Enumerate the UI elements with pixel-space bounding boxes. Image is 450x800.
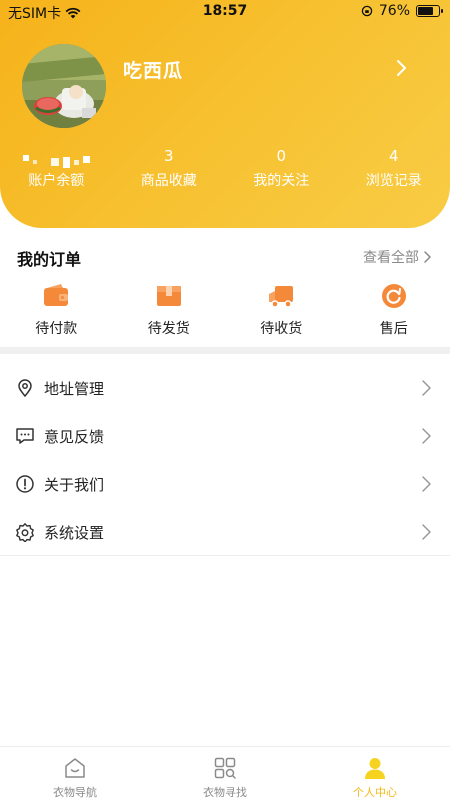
person-icon [365,758,385,779]
chat-feedback-icon [16,428,34,444]
menu-item-address[interactable]: 地址管理 [0,364,450,412]
truck-icon [269,286,294,308]
chevron-right-icon [422,476,431,492]
gear-icon [16,523,34,542]
menu-item-settings-label: 系统设置 [44,523,105,542]
home-icon [65,758,85,778]
stat-history-value: 4 [388,147,399,165]
chevron-right-icon [422,524,431,540]
status-right: 76% [361,3,443,19]
stats-row: 账户余额 3 商品收藏 0 我的关注 4 浏览记录 [0,146,450,196]
settings-menu: 地址管理 意见反馈 关于我们 系统设置 [0,364,450,556]
stat-favorites-value: 3 [163,147,174,165]
grid-search-icon [214,757,236,779]
tab-personal-center-label: 个人中心 [353,786,397,799]
tab-personal-center[interactable]: 个人中心 [300,747,450,800]
stat-favorites[interactable]: 3 商品收藏 [113,146,226,196]
menu-item-feedback[interactable]: 意见反馈 [0,412,450,460]
order-status-row: 待付款 待发货 待收货 售后 [0,282,450,342]
status-bar: 无SIM卡 18:57 76% [0,0,450,24]
username[interactable]: 吃西瓜 [123,56,183,83]
tab-clothing-search[interactable]: 衣物寻找 [150,747,300,800]
package-icon [156,286,181,306]
section-divider [0,347,450,354]
tab-clothing-search-label: 衣物寻找 [203,786,247,799]
view-all-label: 查看全部 [363,250,419,266]
chevron-right-icon [422,428,431,444]
menu-item-about-label: 关于我们 [44,475,105,494]
stat-balance-label: 账户余额 [28,173,85,189]
chevron-right-icon [422,380,431,396]
order-pending-payment-label: 待付款 [35,321,78,337]
order-pending-payment[interactable]: 待付款 [0,282,113,342]
view-all-orders-link[interactable]: 查看全部 [363,247,432,267]
stat-following-label: 我的关注 [253,173,310,189]
profile-header: 无SIM卡 18:57 76% 吃西瓜 账户余额 3 商品收藏 0 我的关注 4… [0,0,450,228]
refund-icon [381,284,406,308]
order-pending-shipment-label: 待发货 [147,321,190,337]
rotation-lock-icon [361,5,373,17]
order-after-sales[interactable]: 售后 [338,282,450,342]
stat-following[interactable]: 0 我的关注 [225,146,338,196]
menu-item-address-label: 地址管理 [44,379,105,398]
avatar-image [22,44,106,128]
order-pending-receipt[interactable]: 待收货 [225,282,338,342]
avatar[interactable] [22,44,106,128]
stat-balance[interactable]: 账户余额 [0,146,113,196]
menu-item-about[interactable]: 关于我们 [0,460,450,508]
chevron-right-icon[interactable] [392,56,412,80]
info-alert-icon [16,475,34,493]
wallet-icon [44,284,69,306]
menu-item-feedback-label: 意见反馈 [44,427,105,446]
order-pending-receipt-label: 待收货 [260,321,303,337]
tab-clothing-nav[interactable]: 衣物导航 [0,747,150,800]
stat-history-label: 浏览记录 [365,173,422,189]
battery-fill [418,7,434,15]
menu-divider [0,555,450,556]
stat-favorites-label: 商品收藏 [140,173,197,189]
order-after-sales-label: 售后 [379,321,408,337]
order-pending-shipment[interactable]: 待发货 [113,282,226,342]
menu-item-settings[interactable]: 系统设置 [0,508,450,556]
stat-balance-value [0,146,113,168]
chevron-right-icon [424,251,431,263]
tab-clothing-nav-label: 衣物导航 [53,786,97,799]
bottom-tab-bar: 衣物导航 衣物寻找 个人中心 [0,746,450,800]
battery-icon [416,5,443,17]
orders-title: 我的订单 [17,250,82,269]
location-pin-icon [18,379,32,398]
stat-following-value: 0 [276,147,287,165]
stat-history[interactable]: 4 浏览记录 [338,146,450,196]
battery-percent: 76% [378,3,410,19]
masked-balance [22,152,90,172]
